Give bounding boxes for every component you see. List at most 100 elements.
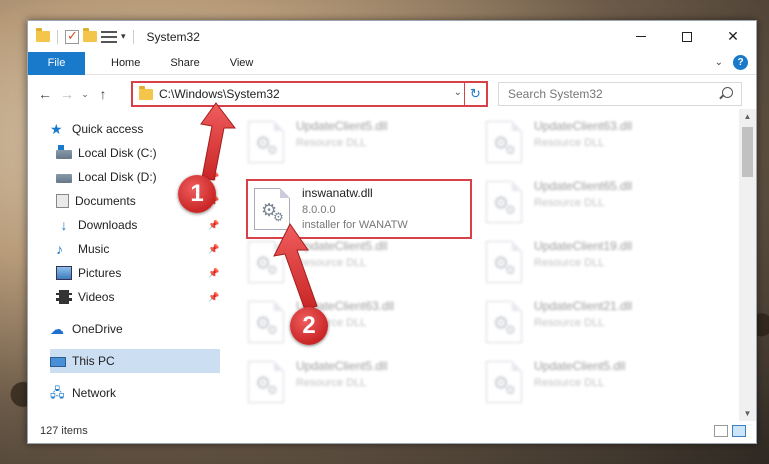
sidebar-item-onedrive[interactable]: ☁ OneDrive [28,317,223,341]
dll-file-icon: ⚙ ⚙ [248,121,284,163]
gear-icon: ⚙ [267,383,278,397]
back-arrow-icon[interactable]: ← [34,86,56,102]
sidebar-item-label: Videos [78,290,115,304]
maximize-button[interactable] [664,21,710,52]
documents-icon [56,194,69,208]
sidebar-item-label: Local Disk (D:) [78,170,157,184]
new-folder-icon[interactable] [83,28,97,42]
tab-file[interactable]: File [28,51,85,75]
address-bar[interactable]: C:\Windows\System32 ⌄ ↻ [131,81,488,107]
file-list: ⚙ ⚙ UpdateClient5.dll Resource DLL ⚙ ⚙ Upda… [223,117,738,417]
forward-arrow-icon[interactable]: → [56,86,78,102]
gear-icon: ⚙ [267,143,278,157]
cloud-icon: ☁ [50,321,64,337]
window-title: System32 [146,29,200,44]
list-item[interactable]: ⚙ ⚙ UpdateClient5.dll Resource DLL [248,119,473,177]
navigation-pane: ★ Quick access Local Disk (C:) 📌 Local D… [28,117,223,417]
properties-check-icon[interactable] [65,28,79,44]
sidebar-item-label: Network [72,386,117,400]
search-icon[interactable] [722,87,733,98]
list-item[interactable]: ⚙ ⚙ UpdateClient5.dll Resource DLL [486,359,711,417]
dll-file-icon: ⚙ ⚙ [254,188,290,230]
dll-file-icon: ⚙ ⚙ [486,121,522,163]
pin-icon[interactable]: 📌 [208,148,219,159]
minimize-button[interactable] [618,21,664,52]
ribbon-right-controls: ⌄ ? [715,55,748,70]
vertical-scrollbar[interactable]: ▲ ▼ [739,109,756,421]
up-arrow-icon[interactable]: ↑ [92,86,114,102]
address-dropdown-icon[interactable]: ⌄ [454,87,462,98]
file-name: inswanatw.dll [302,186,373,200]
file-explorer-window: ▾ System32 ✕ File Home Share View ⌄ ? ← … [27,20,757,444]
sidebar-item-downloads[interactable]: ↓ Downloads 📌 [28,213,223,237]
pin-icon[interactable]: 📌 [208,220,219,231]
sidebar-item-music[interactable]: ♪ Music 📌 [28,237,223,261]
refresh-icon[interactable]: ↻ [464,83,486,105]
pin-icon[interactable]: 📌 [208,244,219,255]
scroll-up-icon[interactable]: ▲ [739,109,756,124]
sidebar-item-pictures[interactable]: Pictures 📌 [28,261,223,285]
gear-icon: ⚙ [267,263,278,277]
scroll-thumb[interactable] [742,127,753,177]
sidebar-item-quick-access[interactable]: ★ Quick access [28,117,223,141]
sidebar-item-this-pc[interactable]: This PC [50,349,220,373]
help-icon[interactable]: ? [733,55,748,70]
details-view-icon[interactable] [714,425,728,437]
qat-dropdown-icon[interactable]: ▾ [121,31,126,42]
close-button[interactable]: ✕ [710,21,756,52]
ribbon-tabs: File Home Share View ⌄ ? [28,51,756,75]
navigation-bar: ← → ⌄ ↑ C:\Windows\System32 ⌄ ↻ [28,79,756,109]
videos-icon [56,290,72,304]
view-switcher [714,425,746,437]
star-icon: ★ [50,121,63,137]
tab-home[interactable]: Home [85,57,154,69]
dll-file-icon: ⚙ ⚙ [248,361,284,403]
gear-icon: ⚙ [505,203,516,217]
list-item[interactable]: ⚙ ⚙ UpdateClient19.dll Resource DLL [486,239,711,297]
sidebar-item-label: Local Disk (C:) [78,146,157,160]
disk-icon [56,145,72,159]
pin-icon[interactable]: 📌 [208,268,219,279]
gear-icon: ⚙ [273,210,284,224]
sidebar-item-label: Pictures [78,266,122,280]
tab-share[interactable]: Share [154,57,213,69]
expand-ribbon-icon[interactable]: ⌄ [715,57,723,68]
quick-access-toolbar: ▾ [28,28,137,44]
sidebar-item-label: Music [78,242,110,256]
pin-icon[interactable]: 📌 [208,292,219,303]
downloads-icon: ↓ [60,217,68,233]
sidebar-item-videos[interactable]: Videos 📌 [28,285,223,309]
list-item[interactable]: ⚙ ⚙ UpdateClient65.dll Resource DLL [486,179,711,237]
address-path[interactable]: C:\Windows\System32 [159,87,280,101]
sidebar-item-label: This PC [72,354,115,368]
sidebar-item-local-disk-c[interactable]: Local Disk (C:) 📌 [28,141,223,165]
file-description: installer for WANATW [302,219,408,231]
window-controls: ✕ [618,21,756,52]
item-count: 127 items [40,425,88,437]
list-item[interactable]: ⚙ ⚙ UpdateClient5.dll Resource DLL [248,359,473,417]
divider [57,29,58,44]
disk-icon [56,174,72,183]
gear-icon: ⚙ [267,323,278,337]
search-box[interactable] [498,82,742,106]
search-input[interactable] [508,87,708,101]
list-item[interactable]: ⚙ ⚙ UpdateClient63.dll Resource DLL [248,299,473,357]
dll-file-icon: ⚙ ⚙ [248,241,284,283]
sidebar-item-network[interactable]: 🖧 Network [28,381,223,405]
step-marker-2: 2 [290,307,328,345]
file-version: 8.0.0.0 [302,204,336,216]
recent-locations-icon[interactable]: ⌄ [78,89,92,100]
status-bar: 127 items [28,419,756,443]
list-item[interactable]: ⚙ ⚙ UpdateClient5.dll Resource DLL [248,239,473,297]
dll-file-icon: ⚙ ⚙ [486,301,522,343]
list-item[interactable]: ⚙ ⚙ UpdateClient21.dll Resource DLL [486,299,711,357]
list-item[interactable]: ⚙ ⚙ UpdateClient63.dll Resource DLL [486,119,711,177]
tiles-view-icon[interactable] [732,425,746,437]
folder-icon [139,85,153,100]
customize-icon[interactable] [101,30,117,43]
pictures-icon [56,266,72,280]
title-bar: ▾ System32 ✕ [28,21,756,52]
tab-view[interactable]: View [214,57,268,69]
selected-file-inswanatw[interactable]: ⚙ ⚙ inswanatw.dll 8.0.0.0 installer for W… [246,179,472,239]
gear-icon: ⚙ [505,383,516,397]
